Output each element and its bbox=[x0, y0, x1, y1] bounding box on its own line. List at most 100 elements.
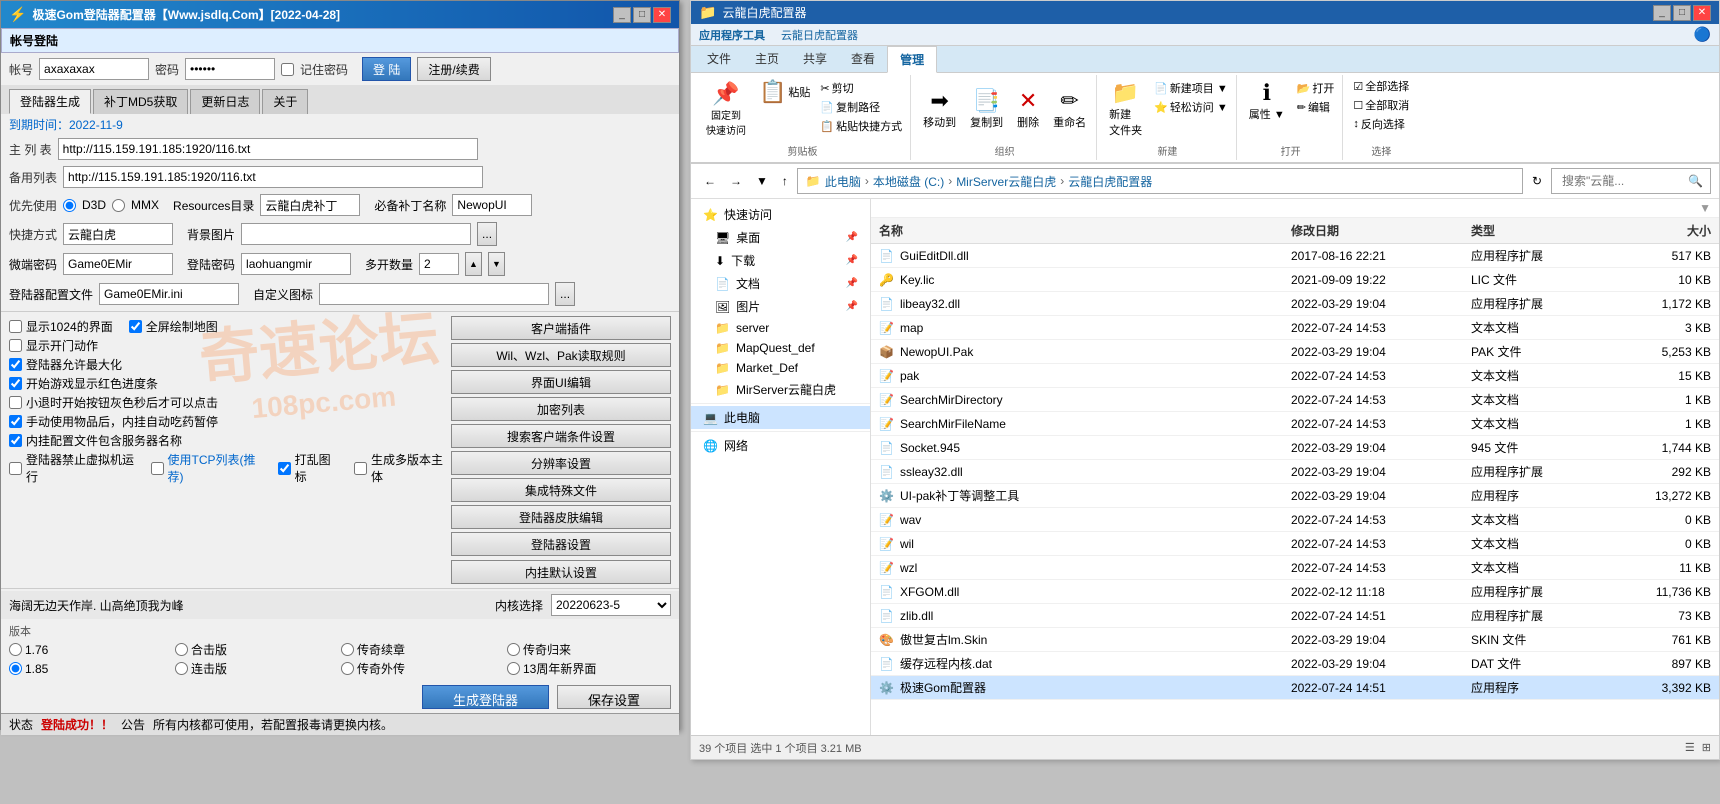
cb-1024-check[interactable] bbox=[9, 320, 22, 333]
account-input[interactable] bbox=[39, 58, 149, 80]
copy-path-button[interactable]: 📄 复制路径 bbox=[816, 98, 906, 116]
v176-radio[interactable]: 1.76 bbox=[9, 641, 173, 658]
cb-server-name-check[interactable] bbox=[9, 434, 22, 447]
patch-name-input[interactable] bbox=[452, 194, 532, 216]
nav-quick-access[interactable]: ⭐ 快速访问 bbox=[691, 203, 870, 226]
save-button[interactable]: 保存设置 bbox=[557, 685, 671, 709]
d3d-radio[interactable] bbox=[63, 199, 76, 212]
tab-generate[interactable]: 登陆器生成 bbox=[9, 89, 91, 114]
refresh-icon[interactable]: 🔵 bbox=[1694, 26, 1711, 43]
nav-mirserver[interactable]: 📁 MirServer云龍白虎 bbox=[691, 378, 870, 401]
password-input[interactable] bbox=[185, 58, 275, 80]
encrypt-list-button[interactable]: 加密列表 bbox=[451, 397, 671, 421]
tab-share[interactable]: 共享 bbox=[791, 46, 839, 72]
nav-market[interactable]: 📁 Market_Def bbox=[691, 358, 870, 378]
ui-edit-button[interactable]: 界面UI编辑 bbox=[451, 370, 671, 394]
header-type[interactable]: 类型 bbox=[1471, 222, 1611, 239]
remember-checkbox[interactable] bbox=[281, 63, 294, 76]
table-row[interactable]: 📝wav 2022-07-24 14:53 文本文档 0 KB bbox=[871, 508, 1719, 532]
header-name[interactable]: 名称 bbox=[879, 222, 1291, 239]
table-row[interactable]: 📄zlib.dll 2022-07-24 14:51 应用程序扩展 73 KB bbox=[871, 604, 1719, 628]
explorer-minimize[interactable]: _ bbox=[1653, 5, 1671, 21]
mmx-radio[interactable] bbox=[112, 199, 125, 212]
generate-button[interactable]: 生成登陆器 bbox=[422, 685, 549, 709]
back-button[interactable]: ← bbox=[699, 171, 721, 191]
icon-browse-button[interactable]: ... bbox=[555, 282, 575, 306]
table-row[interactable]: 📝pak 2022-07-24 14:53 文本文档 15 KB bbox=[871, 364, 1719, 388]
explorer-maximize[interactable]: □ bbox=[1673, 5, 1691, 21]
cb-delay-check[interactable] bbox=[9, 396, 22, 409]
config-input[interactable] bbox=[99, 283, 239, 305]
table-row[interactable]: 📦NewopUI.Pak 2022-03-29 19:04 PAK 文件 5,2… bbox=[871, 340, 1719, 364]
rename-button[interactable]: ✏ 重命名 bbox=[1047, 85, 1092, 133]
wil-rule-button[interactable]: Wil、Wzl、Pak读取规则 bbox=[451, 343, 671, 367]
tab-file[interactable]: 文件 bbox=[695, 46, 743, 72]
tab-log[interactable]: 更新日志 bbox=[190, 89, 260, 114]
resolution-button[interactable]: 分辨率设置 bbox=[451, 451, 671, 475]
table-row[interactable]: ⚙️UI-pak补丁等调整工具 2022-03-29 19:04 应用程序 13… bbox=[871, 484, 1719, 508]
integrate-special-button[interactable]: 集成特殊文件 bbox=[451, 478, 671, 502]
internal-hook-button[interactable]: 内挂默认设置 bbox=[451, 560, 671, 584]
table-row[interactable]: 📝map 2022-07-24 14:53 文本文档 3 KB bbox=[871, 316, 1719, 340]
bg-browse-button[interactable]: ... bbox=[477, 222, 497, 246]
table-row[interactable]: ⚙️极速Gom配置器 2022-07-24 14:51 应用程序 3,392 K… bbox=[871, 676, 1719, 700]
table-row[interactable]: 📄libeay32.dll 2022-03-29 19:04 应用程序扩展 1,… bbox=[871, 292, 1719, 316]
easy-access-button[interactable]: ⭐ 轻松访问 ▼ bbox=[1150, 98, 1232, 116]
shortcut-input[interactable] bbox=[63, 223, 173, 245]
pin-button[interactable]: 📌 固定到快速访问 bbox=[699, 77, 753, 141]
address-path[interactable]: 📁 此电脑 › 本地磁盘 (C:) › MirServer云龍白虎 › 云龍白虎… bbox=[797, 168, 1523, 194]
cb-tcp-check[interactable] bbox=[151, 462, 164, 475]
tab-about[interactable]: 关于 bbox=[262, 89, 308, 114]
new-folder-button[interactable]: 📁 新建文件夹 bbox=[1103, 77, 1148, 141]
deselect-all-button[interactable]: ☐ 全部取消 bbox=[1349, 96, 1413, 114]
resources-input[interactable] bbox=[260, 194, 360, 216]
edit-button[interactable]: ✏ 编辑 bbox=[1293, 98, 1339, 116]
cb-door-check[interactable] bbox=[9, 339, 22, 352]
list-view-icon[interactable]: ☰ bbox=[1685, 742, 1695, 754]
v185-radio[interactable]: 1.85 bbox=[9, 660, 173, 677]
nav-desktop[interactable]: 🖥 桌面 📌 bbox=[691, 226, 870, 249]
login-pwd-input[interactable] bbox=[241, 253, 351, 275]
main-list-input[interactable] bbox=[58, 138, 478, 160]
register-button[interactable]: 注册/续费 bbox=[417, 57, 490, 81]
table-row[interactable]: 📄Socket.945 2022-03-29 19:04 945 文件 1,74… bbox=[871, 436, 1719, 460]
paste-shortcut-button[interactable]: 📋 粘贴快捷方式 bbox=[816, 117, 906, 135]
properties-button[interactable]: ℹ 属性 ▼ bbox=[1243, 77, 1291, 141]
paste-button[interactable]: 📋 粘贴 bbox=[755, 77, 814, 107]
nav-downloads[interactable]: ⬇ 下载 📌 bbox=[691, 249, 870, 272]
header-date[interactable]: 修改日期 bbox=[1291, 222, 1471, 239]
table-row[interactable]: 📝wil 2022-07-24 14:53 文本文档 0 KB bbox=[871, 532, 1719, 556]
table-row[interactable]: 📝wzl 2022-07-24 14:53 文本文档 11 KB bbox=[871, 556, 1719, 580]
cb-vm-check[interactable] bbox=[9, 462, 22, 475]
table-row[interactable]: 📄缓存远程内核.dat 2022-03-29 19:04 DAT 文件 897 … bbox=[871, 652, 1719, 676]
search-input[interactable] bbox=[1558, 170, 1688, 192]
search-client-button[interactable]: 搜索客户端条件设置 bbox=[451, 424, 671, 448]
path-mirserver[interactable]: MirServer云龍白虎 bbox=[956, 173, 1056, 190]
multi-down-btn[interactable]: ▼ bbox=[488, 252, 505, 276]
path-config[interactable]: 云龍白虎配置器 bbox=[1068, 173, 1152, 190]
cb-potion-check[interactable] bbox=[9, 415, 22, 428]
bg-image-input[interactable] bbox=[241, 223, 471, 245]
table-row[interactable]: 📄XFGOM.dll 2022-02-12 11:18 应用程序扩展 11,73… bbox=[871, 580, 1719, 604]
kernel-select[interactable]: 20220623-5 bbox=[551, 594, 671, 616]
nav-network[interactable]: 🌐 网络 bbox=[691, 434, 870, 457]
close-button[interactable]: ✕ bbox=[653, 7, 671, 23]
nav-mapquest[interactable]: 📁 MapQuest_def bbox=[691, 338, 870, 358]
skin-edit-button[interactable]: 登陆器皮肤编辑 bbox=[451, 505, 671, 529]
nav-down-button[interactable]: ▼ bbox=[751, 171, 773, 191]
search-box[interactable]: 🔍 bbox=[1551, 168, 1711, 194]
cb-icon-check[interactable] bbox=[278, 462, 291, 475]
v-heji-radio[interactable]: 合击版 bbox=[175, 641, 339, 658]
nav-server[interactable]: 📁 server bbox=[691, 318, 870, 338]
path-c-drive[interactable]: 本地磁盘 (C:) bbox=[873, 173, 944, 190]
v-guilai-radio[interactable]: 传奇归来 bbox=[507, 641, 671, 658]
tab-view[interactable]: 查看 bbox=[839, 46, 887, 72]
cb-progress-check[interactable] bbox=[9, 377, 22, 390]
table-row[interactable]: 📄ssleay32.dll 2022-03-29 19:04 应用程序扩展 29… bbox=[871, 460, 1719, 484]
up-button[interactable]: ↑ bbox=[777, 171, 793, 191]
delete-button[interactable]: ✕ 删除 bbox=[1011, 85, 1045, 133]
tab-home[interactable]: 主页 bbox=[743, 46, 791, 72]
icon-input[interactable] bbox=[319, 283, 549, 305]
table-row[interactable]: 📝SearchMirFileName 2022-07-24 14:53 文本文档… bbox=[871, 412, 1719, 436]
invert-select-button[interactable]: ↕ 反向选择 bbox=[1349, 115, 1413, 133]
